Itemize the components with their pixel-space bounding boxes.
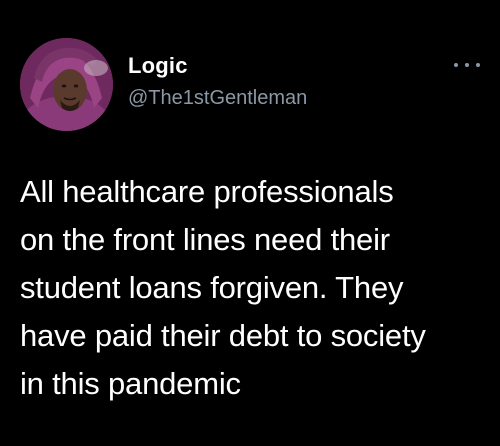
tweet-text-line: All healthcare professionals [20,174,394,209]
more-options-icon[interactable] [454,56,480,74]
tweet-card: Logic @The1stGentleman All healthcare pr… [0,0,500,446]
author-display-name[interactable]: Logic [128,53,188,79]
more-dot [476,63,480,67]
tweet-text-line: student loans forgiven. They [20,270,404,305]
avatar-photo-icon [20,38,113,131]
author-handle[interactable]: @The1stGentleman [128,86,307,110]
tweet-body: All healthcare professionals on the fron… [20,168,490,408]
tweet-text-line: on the front lines need their [20,222,390,257]
more-dot [465,63,469,67]
more-dot [454,63,458,67]
tweet-text-line: in this pandemic [20,366,241,401]
user-avatar[interactable] [20,38,113,131]
tweet-text-line: have paid their debt to society [20,318,426,353]
